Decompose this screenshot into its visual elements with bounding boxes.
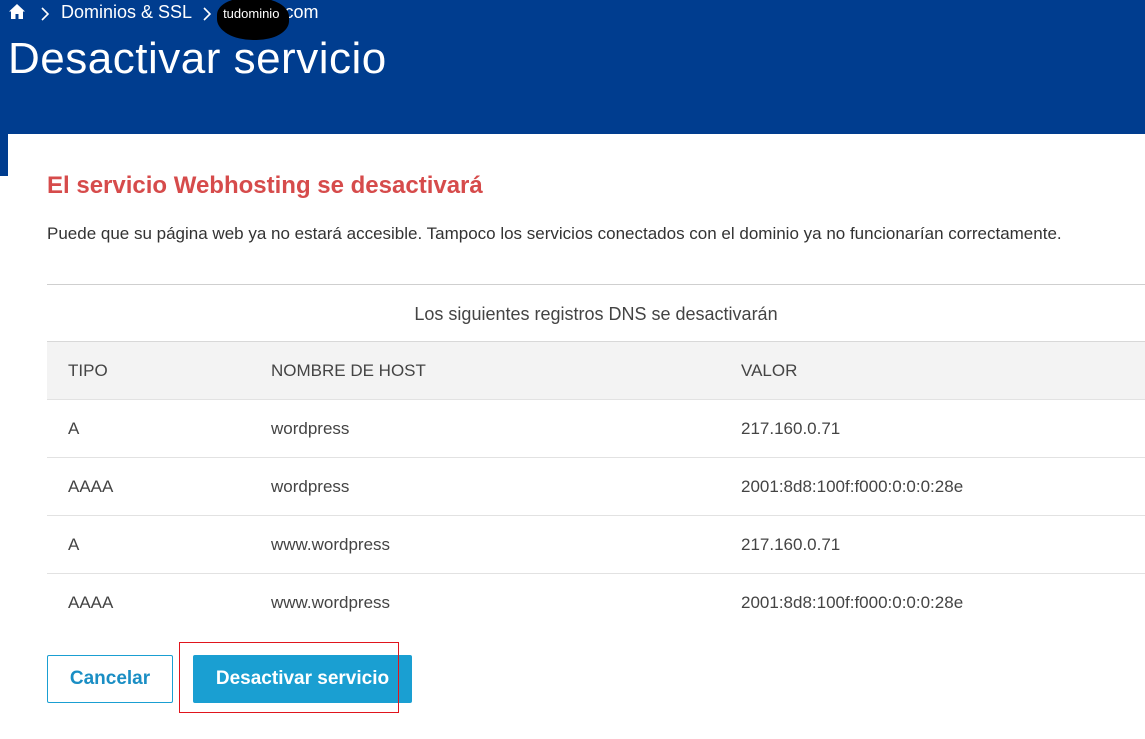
page-title: Desactivar servicio bbox=[8, 34, 387, 83]
warning-text: Puede que su página web ya no estará acc… bbox=[47, 224, 1062, 243]
breadcrumb-domain[interactable]: tudominio.com bbox=[217, 0, 318, 40]
cancel-button[interactable]: Cancelar bbox=[47, 655, 173, 703]
dns-table-caption: Los siguientes registros DNS se desactiv… bbox=[47, 284, 1145, 341]
redacted-domain-name: tudominio bbox=[223, 5, 280, 21]
dns-records-table: Los siguientes registros DNS se desactiv… bbox=[47, 284, 1145, 631]
cell-value: 217.160.0.71 bbox=[741, 534, 841, 554]
table-row: AAAA wordpress 2001:8d8:100f:f000:0:0:0:… bbox=[47, 457, 1145, 515]
content-panel: El servicio Webhosting se desactivará Pu… bbox=[8, 134, 1145, 739]
table-header-row: TIPO NOMBRE DE HOST VALOR bbox=[47, 341, 1145, 399]
breadcrumb: Dominios & SSL tudominio.com bbox=[8, 0, 318, 40]
deactivate-service-button[interactable]: Desactivar servicio bbox=[193, 655, 412, 703]
cell-hostname: www.wordpress bbox=[271, 534, 391, 554]
cell-value: 2001:8d8:100f:f000:0:0:0:28e bbox=[741, 592, 964, 612]
table-row: A wordpress 217.160.0.71 bbox=[47, 399, 1145, 457]
breadcrumb-domains-ssl[interactable]: Dominios & SSL bbox=[61, 2, 192, 23]
cell-hostname: wordpress bbox=[271, 476, 350, 496]
cell-type: A bbox=[68, 418, 80, 438]
cell-type: AAAA bbox=[68, 592, 114, 612]
cell-type: AAAA bbox=[68, 476, 114, 496]
warning-title: El servicio Webhosting se desactivará bbox=[47, 172, 483, 199]
cell-value: 217.160.0.71 bbox=[741, 418, 841, 438]
chevron-right-icon bbox=[40, 5, 50, 21]
home-icon[interactable] bbox=[8, 3, 26, 21]
column-header-valor: VALOR bbox=[741, 360, 798, 380]
cell-hostname: www.wordpress bbox=[271, 592, 391, 612]
cell-type: A bbox=[68, 534, 80, 554]
column-header-tipo: TIPO bbox=[68, 360, 108, 380]
cell-value: 2001:8d8:100f:f000:0:0:0:28e bbox=[741, 476, 964, 496]
table-row: AAAA www.wordpress 2001:8d8:100f:f000:0:… bbox=[47, 573, 1145, 631]
table-row: A www.wordpress 217.160.0.71 bbox=[47, 515, 1145, 573]
column-header-host: NOMBRE DE HOST bbox=[271, 360, 426, 380]
cell-hostname: wordpress bbox=[271, 418, 350, 438]
chevron-right-icon bbox=[202, 5, 212, 21]
